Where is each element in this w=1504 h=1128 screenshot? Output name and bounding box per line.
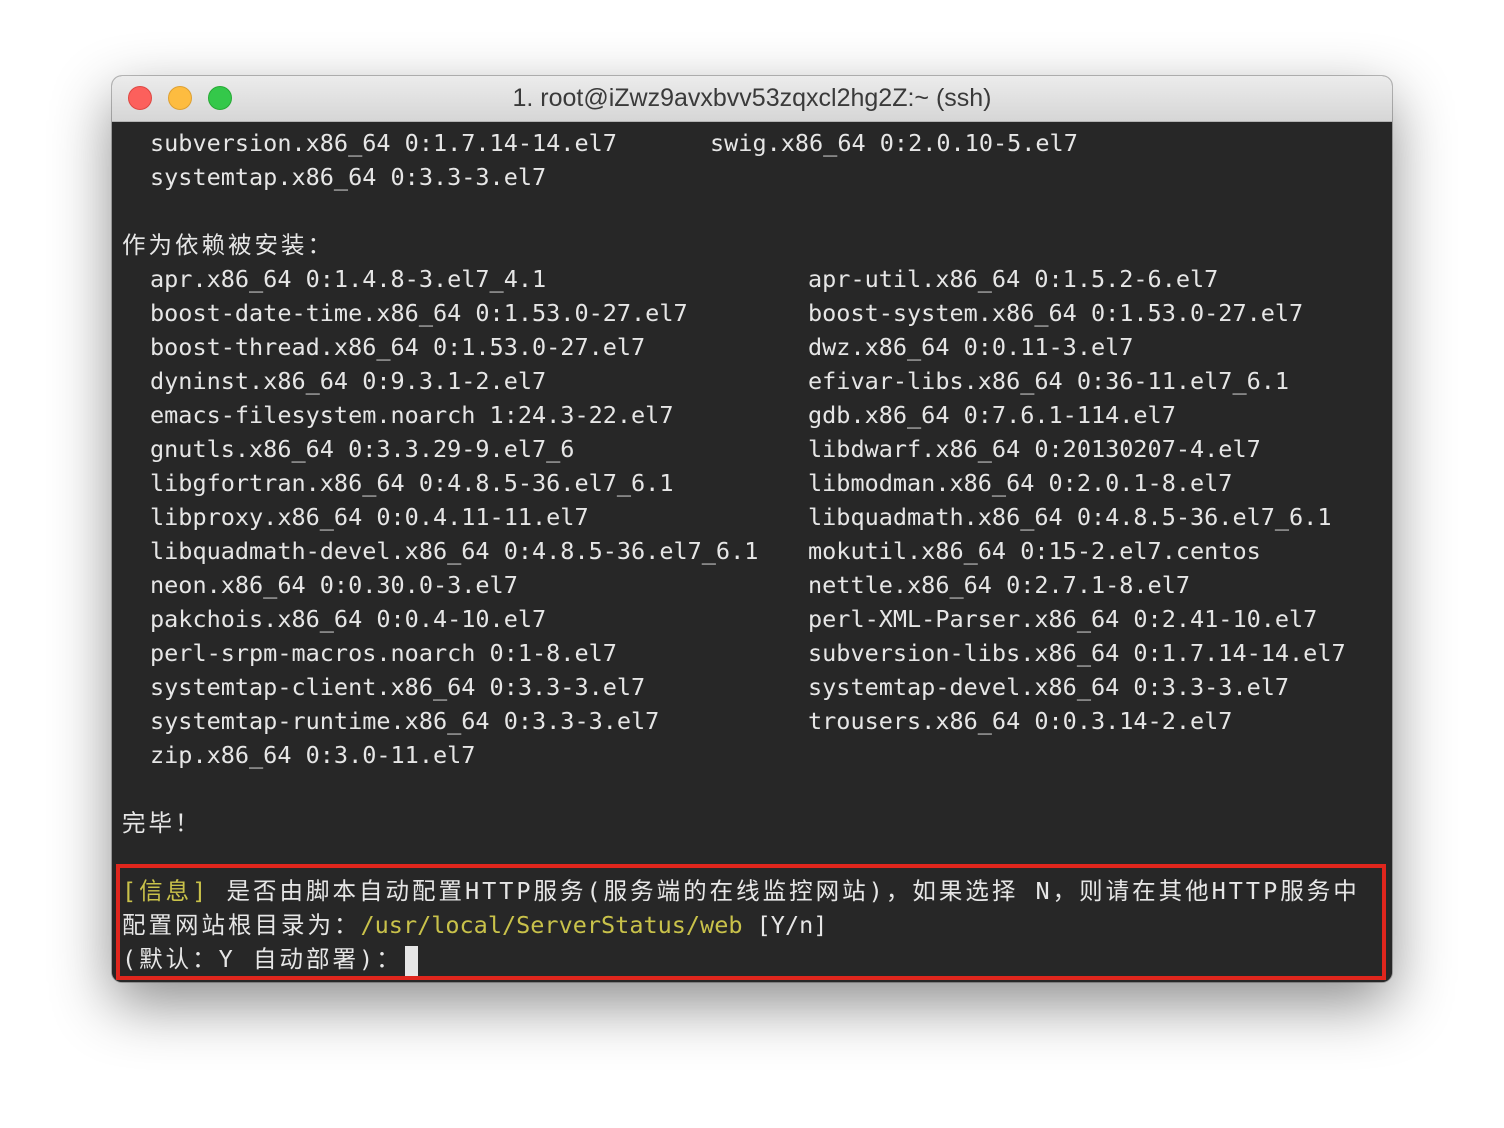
dep-item: dwz.x86_64 0:0.11-3.el7 bbox=[808, 333, 1134, 361]
prompt-path-label: 配置网站根目录为： bbox=[122, 911, 361, 939]
info-tag: [信息] bbox=[122, 877, 210, 905]
dep-item: libdwarf.x86_64 0:20130207-4.el7 bbox=[808, 435, 1261, 463]
text-cursor[interactable] bbox=[404, 945, 418, 976]
prompt-choices: [Y/n] bbox=[742, 911, 828, 939]
dep-item: perl-XML-Parser.x86_64 0:2.41-10.el7 bbox=[808, 605, 1318, 633]
dep-item: libquadmath-devel.x86_64 0:4.8.5-36.el7_… bbox=[150, 537, 759, 565]
dep-item: trousers.x86_64 0:0.3.14-2.el7 bbox=[808, 707, 1233, 735]
title-bar[interactable]: 1. root@iZwz9avxbvv53zqxcl2hg2Z:~ (ssh) bbox=[112, 76, 1392, 122]
dep-item: apr-util.x86_64 0:1.5.2-6.el7 bbox=[808, 265, 1219, 293]
web-root-path: /usr/local/ServerStatus/web bbox=[360, 911, 743, 939]
dep-item: mokutil.x86_64 0:15-2.el7.centos bbox=[808, 537, 1261, 565]
dep-item: nettle.x86_64 0:2.7.1-8.el7 bbox=[808, 571, 1191, 599]
output-line: swig.x86_64 0:2.0.10-5.el7 bbox=[710, 129, 1078, 157]
dep-item: perl-srpm-macros.noarch 0:1-8.el7 bbox=[150, 639, 617, 667]
prompt-default-hint: (默认：Y 自动部署)： bbox=[122, 945, 403, 973]
dep-item: zip.x86_64 0:3.0-11.el7 bbox=[150, 741, 476, 769]
dep-item: gdb.x86_64 0:7.6.1-114.el7 bbox=[808, 401, 1176, 429]
done-message: 完毕！ bbox=[122, 809, 202, 837]
dep-item: boost-thread.x86_64 0:1.53.0-27.el7 bbox=[150, 333, 646, 361]
dep-item: dyninst.x86_64 0:9.3.1-2.el7 bbox=[150, 367, 547, 395]
dep-item: boost-system.x86_64 0:1.53.0-27.el7 bbox=[808, 299, 1304, 327]
dep-item: boost-date-time.x86_64 0:1.53.0-27.el7 bbox=[150, 299, 688, 327]
output-line: systemtap.x86_64 0:3.3-3.el7 bbox=[150, 163, 547, 191]
terminal-output[interactable]: subversion.x86_64 0:1.7.14-14.el7 swig.x… bbox=[112, 122, 1392, 982]
dep-item: efivar-libs.x86_64 0:36-11.el7_6.1 bbox=[808, 367, 1290, 395]
dep-item: emacs-filesystem.noarch 1:24.3-22.el7 bbox=[150, 401, 674, 429]
dep-item: subversion-libs.x86_64 0:1.7.14-14.el7 bbox=[808, 639, 1346, 667]
dep-item: libgfortran.x86_64 0:4.8.5-36.el7_6.1 bbox=[150, 469, 674, 497]
dep-item: gnutls.x86_64 0:3.3.29-9.el7_6 bbox=[150, 435, 575, 463]
output-line: subversion.x86_64 0:1.7.14-14.el7 bbox=[150, 129, 617, 157]
prompt-question: 是否由脚本自动配置HTTP服务(服务端的在线监控网站)，如果选择 N，则请在其他… bbox=[209, 877, 1360, 905]
window-title: 1. root@iZwz9avxbvv53zqxcl2hg2Z:~ (ssh) bbox=[512, 84, 992, 112]
prompt-line-3[interactable]: (默认：Y 自动部署)： bbox=[122, 942, 418, 976]
dep-item: libmodman.x86_64 0:2.0.1-8.el7 bbox=[808, 469, 1233, 497]
dep-item: pakchois.x86_64 0:0.4-10.el7 bbox=[150, 605, 547, 633]
dep-item: systemtap-runtime.x86_64 0:3.3-3.el7 bbox=[150, 707, 660, 735]
dep-item: libproxy.x86_64 0:0.4.11-11.el7 bbox=[150, 503, 589, 531]
dep-item: neon.x86_64 0:0.30.0-3.el7 bbox=[150, 571, 518, 599]
dep-item: libquadmath.x86_64 0:4.8.5-36.el7_6.1 bbox=[808, 503, 1332, 531]
prompt-line-2: 配置网站根目录为：/usr/local/ServerStatus/web [Y/… bbox=[122, 908, 827, 942]
dep-item: apr.x86_64 0:1.4.8-3.el7_4.1 bbox=[150, 265, 547, 293]
prompt-line-1: [信息] 是否由脚本自动配置HTTP服务(服务端的在线监控网站)，如果选择 N，… bbox=[122, 874, 1360, 908]
dep-item: systemtap-devel.x86_64 0:3.3-3.el7 bbox=[808, 673, 1290, 701]
dep-item: systemtap-client.x86_64 0:3.3-3.el7 bbox=[150, 673, 646, 701]
terminal-window: 1. root@iZwz9avxbvv53zqxcl2hg2Z:~ (ssh) … bbox=[112, 76, 1392, 982]
deps-heading: 作为依赖被安装： bbox=[122, 231, 334, 259]
